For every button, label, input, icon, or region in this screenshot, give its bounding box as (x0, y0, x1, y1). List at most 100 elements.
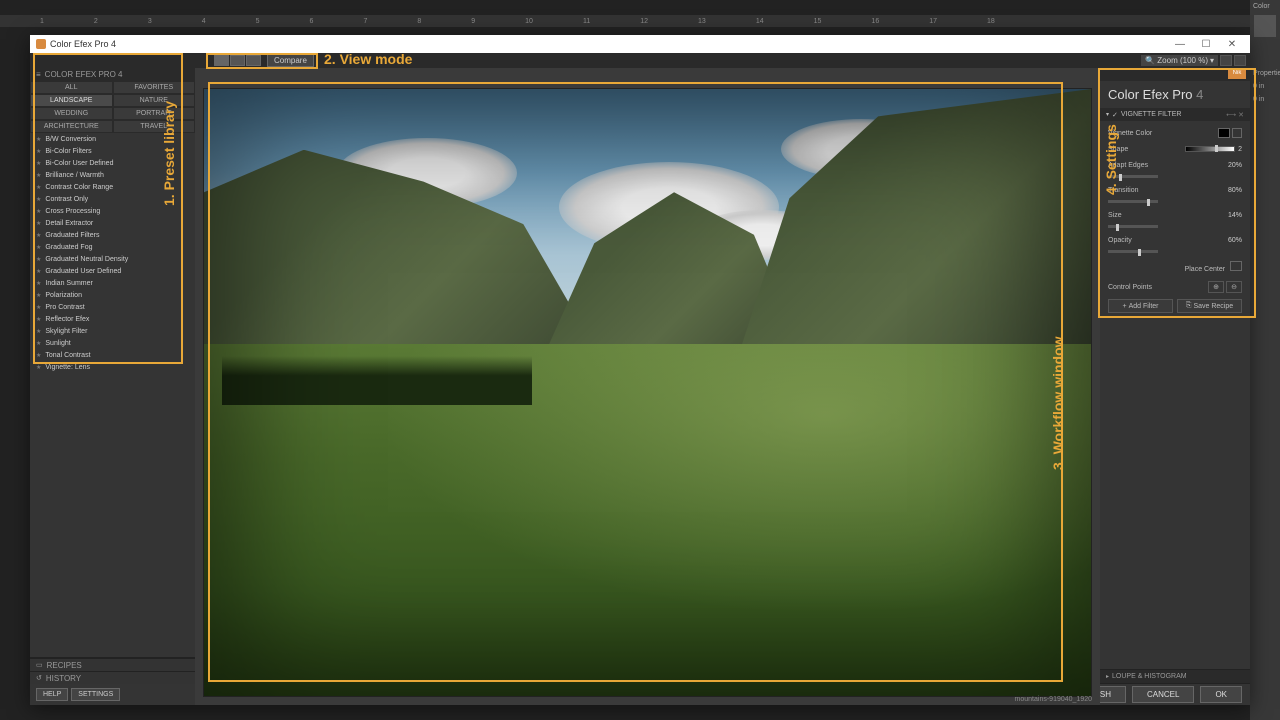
view-split-icon[interactable] (230, 55, 245, 66)
color-picker[interactable] (1218, 128, 1230, 138)
tab-architecture[interactable]: ARCHITECTURE (30, 120, 113, 133)
preset-label: Graduated User Defined (45, 268, 121, 275)
preset-item[interactable]: ★Graduated Neutral Density (30, 253, 195, 265)
host-swatch (1254, 15, 1276, 37)
preview-image[interactable] (203, 88, 1092, 697)
preset-item[interactable]: ★Vignette: Lens (30, 361, 195, 373)
preset-item[interactable]: ★ Graduated User Defined (30, 265, 195, 277)
adapt-edges-value: 20% (1228, 162, 1242, 169)
preset-item[interactable]: ★Reflector Efex (30, 313, 195, 325)
size-slider[interactable] (1108, 225, 1158, 228)
host-side-panel: Color Properties 0 in 0 in (1250, 0, 1280, 720)
loupe-section[interactable]: ▸ LOUPE & HISTOGRAM (1100, 669, 1250, 683)
preset-item[interactable]: ★Tonal Contrast (30, 349, 195, 361)
star-icon[interactable]: ★ (36, 256, 41, 263)
tab-favorites[interactable]: FAVORITES (113, 81, 196, 94)
place-center-button[interactable] (1230, 261, 1242, 271)
star-icon[interactable]: ★ (36, 352, 41, 359)
annotation-label-2: 2. View mode (324, 51, 412, 67)
bg-color-button[interactable] (1220, 55, 1232, 66)
vignette-color-label: Vignette Color (1108, 130, 1218, 137)
preset-item[interactable]: ★ Cross Processing (30, 205, 195, 217)
tab-travel[interactable]: TRAVEL (113, 120, 196, 133)
preset-label: Polarization (45, 292, 82, 299)
preset-label: Graduated Filters (45, 232, 99, 239)
zoom-text: Zoom (100 %) (1157, 56, 1208, 65)
filter-controls: Vignette Color Shape 2 Adapt Edges 20% (1100, 121, 1250, 319)
preset-item[interactable]: ★Indian Summer (30, 277, 195, 289)
preset-label: Brilliance / Warmth (45, 172, 103, 179)
transition-value: 80% (1228, 187, 1242, 194)
star-icon[interactable]: ★ (36, 136, 41, 143)
eyedropper-icon[interactable] (1232, 128, 1242, 138)
add-positive-point-button[interactable]: ⊕ (1208, 281, 1224, 293)
star-icon[interactable]: ★ (36, 280, 41, 287)
preset-item[interactable]: ★ Graduated Filters (30, 229, 195, 241)
star-icon[interactable]: ★ (36, 232, 41, 239)
settings-button[interactable]: SETTINGS (71, 688, 120, 701)
compare-button[interactable]: Compare (267, 54, 314, 67)
host-panel-color[interactable]: Color (1250, 0, 1280, 13)
preset-label: Cross Processing (45, 208, 100, 215)
add-filter-button[interactable]: +Add Filter (1108, 299, 1173, 313)
preset-label: Contrast Only (45, 196, 88, 203)
minimize-button[interactable]: — (1168, 37, 1192, 51)
size-value: 14% (1228, 212, 1242, 219)
star-icon[interactable]: ★ (36, 316, 41, 323)
history-label: HISTORY (46, 674, 81, 683)
star-icon[interactable]: ★ (36, 148, 41, 155)
star-icon[interactable]: ★ (36, 244, 41, 251)
star-icon[interactable]: ★ (36, 208, 41, 215)
star-icon[interactable]: ★ (36, 328, 41, 335)
preset-item[interactable]: ★Detail Extractor (30, 217, 195, 229)
panel-toggle-button[interactable] (1234, 55, 1246, 66)
filter-expand-icon[interactable]: ⟷ ✕ (1226, 111, 1244, 119)
history-section[interactable]: ↺HISTORY (30, 671, 195, 684)
tab-landscape[interactable]: LANDSCAPE (30, 94, 113, 107)
star-icon[interactable]: ★ (36, 160, 41, 167)
help-button[interactable]: HELP (36, 688, 68, 701)
menu-icon[interactable]: ≡ (36, 70, 41, 79)
opacity-slider[interactable] (1108, 250, 1158, 253)
star-icon[interactable]: ★ (36, 304, 41, 311)
host-measure-h: 0 in (1250, 93, 1280, 106)
close-button[interactable]: ✕ (1220, 37, 1244, 51)
shape-slider[interactable] (1185, 146, 1235, 152)
preset-item[interactable]: ★Sunlight (30, 337, 195, 349)
filter-name: VIGNETTE FILTER (1121, 111, 1182, 118)
star-icon[interactable]: ★ (36, 364, 41, 371)
filter-header[interactable]: ▾ ✓ VIGNETTE FILTER ⟷ ✕ (1100, 108, 1250, 121)
tab-nature[interactable]: NATURE (113, 94, 196, 107)
view-single-icon[interactable] (214, 55, 229, 66)
host-measure-w: 0 in (1250, 80, 1280, 93)
save-icon: ⎘ (1186, 302, 1192, 310)
preset-item[interactable]: ★ Polarization (30, 289, 195, 301)
maximize-button[interactable]: ☐ (1194, 37, 1218, 51)
view-side-icon[interactable] (246, 55, 261, 66)
tab-portrait[interactable]: PORTRAIT (113, 107, 196, 120)
star-icon[interactable]: ★ (36, 172, 41, 179)
star-icon[interactable]: ★ (36, 340, 41, 347)
tab-all[interactable]: ALL (30, 81, 113, 94)
ok-button[interactable]: OK (1200, 686, 1242, 703)
add-negative-point-button[interactable]: ⊖ (1226, 281, 1242, 293)
zoom-dropdown-icon[interactable]: ▾ (1210, 56, 1214, 65)
vignette-color-row: Vignette Color (1108, 127, 1242, 139)
preset-item[interactable]: ★Pro Contrast (30, 301, 195, 313)
recipes-section[interactable]: ▭RECIPES (30, 658, 195, 671)
cancel-button[interactable]: CANCEL (1132, 686, 1194, 703)
star-icon[interactable]: ★ (36, 268, 41, 275)
preset-item[interactable]: ★Skylight Filter (30, 325, 195, 337)
host-panel-properties[interactable]: Properties (1250, 67, 1280, 80)
zoom-indicator[interactable]: 🔍 Zoom (100 %) ▾ (1141, 55, 1218, 66)
star-icon[interactable]: ★ (36, 220, 41, 227)
star-icon[interactable]: ★ (36, 184, 41, 191)
star-icon[interactable]: ★ (36, 292, 41, 299)
preset-item[interactable]: ★Graduated Fog (30, 241, 195, 253)
transition-slider[interactable] (1108, 200, 1158, 203)
tab-wedding[interactable]: WEDDING (30, 107, 113, 120)
star-icon[interactable]: ★ (36, 196, 41, 203)
preset-label: Bi-Color Filters (45, 148, 91, 155)
image-filename: mountains-919040_1920 (1015, 696, 1092, 703)
save-recipe-button[interactable]: ⎘Save Recipe (1177, 299, 1242, 313)
